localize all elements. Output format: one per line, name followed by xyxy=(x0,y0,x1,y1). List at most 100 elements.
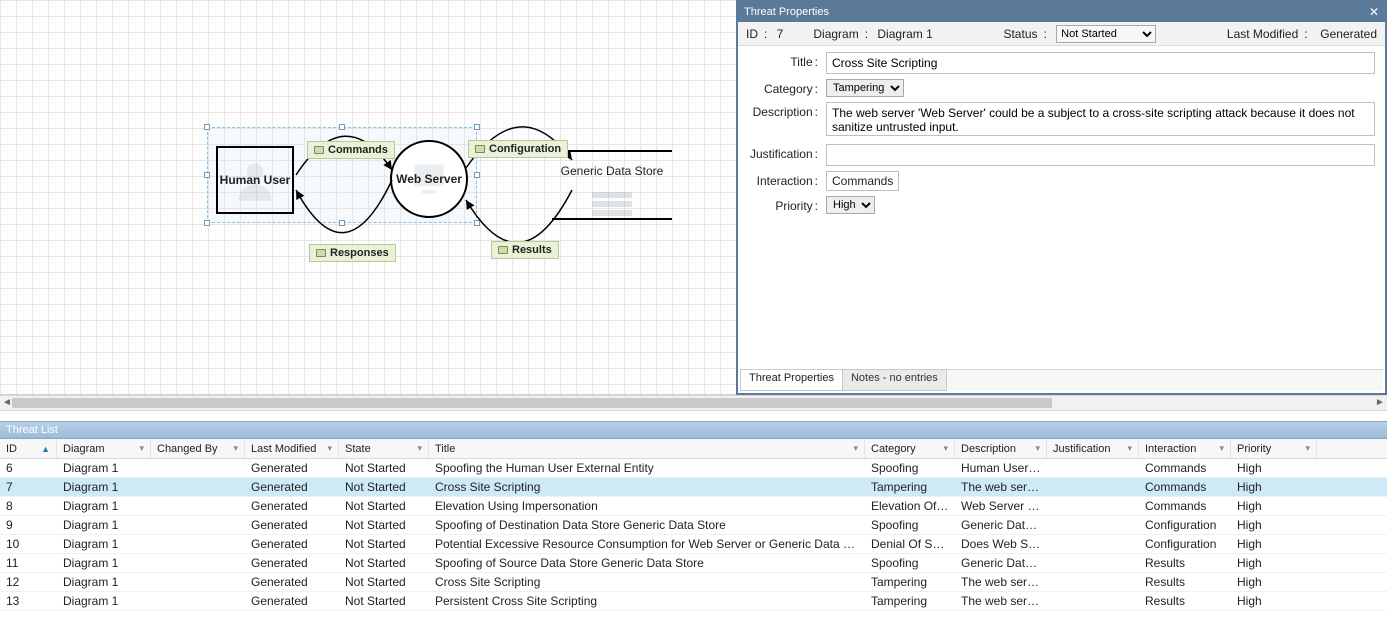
database-icon xyxy=(592,192,632,216)
diagram-value: Diagram 1 xyxy=(877,27,932,41)
cell: Diagram 1 xyxy=(57,554,151,572)
table-row[interactable]: 13Diagram 1GeneratedNot StartedPersisten… xyxy=(0,592,1387,611)
col-title[interactable]: Title▾ xyxy=(429,439,865,458)
table-row[interactable]: 8Diagram 1GeneratedNot StartedElevation … xyxy=(0,497,1387,516)
cell xyxy=(1047,554,1139,572)
cell: Commands xyxy=(1139,478,1231,496)
table-row[interactable]: 12Diagram 1GeneratedNot StartedCross Sit… xyxy=(0,573,1387,592)
col-interaction[interactable]: Interaction▾ xyxy=(1139,439,1231,458)
table-row[interactable]: 6Diagram 1GeneratedNot StartedSpoofing t… xyxy=(0,459,1387,478)
flow-icon xyxy=(498,246,508,254)
cell: High xyxy=(1231,535,1317,553)
cell: Results xyxy=(1139,573,1231,591)
col-category[interactable]: Category▾ xyxy=(865,439,955,458)
scroll-left-icon[interactable]: ◄ xyxy=(2,398,12,408)
cell xyxy=(151,516,245,534)
cell: Not Started xyxy=(339,516,429,534)
tab-threat-properties[interactable]: Threat Properties xyxy=(740,369,843,391)
cell: Diagram 1 xyxy=(57,573,151,591)
scrollbar-thumb[interactable] xyxy=(12,398,1052,408)
cell xyxy=(151,573,245,591)
cell: Generated xyxy=(245,516,339,534)
col-justification[interactable]: Justification▾ xyxy=(1047,439,1139,458)
node-label: Generic Data Store xyxy=(552,164,672,178)
id-label: ID xyxy=(746,27,758,41)
description-input[interactable]: The web server 'Web Server' could be a s… xyxy=(826,102,1375,136)
close-icon[interactable]: ✕ xyxy=(1369,5,1379,19)
flow-icon xyxy=(316,249,326,257)
cell: 12 xyxy=(0,573,57,591)
col-diagram[interactable]: Diagram▾ xyxy=(57,439,151,458)
cell: High xyxy=(1231,478,1317,496)
flow-label-results[interactable]: Results xyxy=(491,241,559,259)
cell: 8 xyxy=(0,497,57,515)
cell xyxy=(1047,592,1139,610)
col-changed-by[interactable]: Changed By▾ xyxy=(151,439,245,458)
cell: Cross Site Scripting xyxy=(429,573,865,591)
cell: Potential Excessive Resource Consumption… xyxy=(429,535,865,553)
col-priority[interactable]: Priority▾ xyxy=(1231,439,1317,458)
cell: High xyxy=(1231,516,1317,534)
cell: Spoofing of Source Data Store Generic Da… xyxy=(429,554,865,572)
description-label: Description xyxy=(748,102,818,119)
canvas-scrollbar-horizontal[interactable]: ◄ ► xyxy=(0,395,1387,411)
cell: Not Started xyxy=(339,573,429,591)
table-row[interactable]: 7Diagram 1GeneratedNot StartedCross Site… xyxy=(0,478,1387,497)
status-select[interactable]: Not Started xyxy=(1056,25,1156,43)
cell: Not Started xyxy=(339,497,429,515)
col-state[interactable]: State▾ xyxy=(339,439,429,458)
category-select[interactable]: Tampering xyxy=(826,79,904,97)
panel-tabs: Threat Properties Notes - no entries xyxy=(740,369,1383,391)
title-input[interactable] xyxy=(826,52,1375,74)
cell: Generated xyxy=(245,497,339,515)
justification-label: Justification xyxy=(748,144,818,161)
cell: The web serve... xyxy=(955,592,1047,610)
cell: 7 xyxy=(0,478,57,496)
flow-label-commands[interactable]: Commands xyxy=(307,141,395,159)
tab-notes[interactable]: Notes - no entries xyxy=(842,369,947,391)
col-last-modified[interactable]: Last Modified▾ xyxy=(245,439,339,458)
node-web-server[interactable]: Web Server xyxy=(390,140,468,218)
cell: Commands xyxy=(1139,459,1231,477)
panel-titlebar[interactable]: Threat Properties ✕ xyxy=(738,2,1385,22)
cell: The web serve... xyxy=(955,478,1047,496)
scroll-right-icon[interactable]: ► xyxy=(1375,398,1385,408)
cell: Diagram 1 xyxy=(57,478,151,496)
priority-select[interactable]: High xyxy=(826,196,875,214)
cell: Denial Of Servi... xyxy=(865,535,955,553)
cell xyxy=(1047,535,1139,553)
cell: Commands xyxy=(1139,497,1231,515)
cell: Elevation Using Impersonation xyxy=(429,497,865,515)
cell xyxy=(151,592,245,610)
justification-input[interactable] xyxy=(826,144,1375,166)
flow-label-responses[interactable]: Responses xyxy=(309,244,396,262)
cell: Elevation Of Pr... xyxy=(865,497,955,515)
table-row[interactable]: 10Diagram 1 GeneratedNot StartedPotential… xyxy=(0,535,1387,554)
cell: Generated xyxy=(245,554,339,572)
cell: Not Started xyxy=(339,535,429,553)
node-data-store[interactable]: Generic Data Store xyxy=(552,150,672,220)
cell: Diagram 1 xyxy=(57,516,151,534)
cell: Generated xyxy=(245,535,339,553)
cell: Human User m... xyxy=(955,459,1047,477)
cell xyxy=(1047,478,1139,496)
id-value: 7 xyxy=(777,27,784,41)
category-label: Category xyxy=(748,79,818,96)
table-row[interactable]: 9Diagram 1GeneratedNot StartedSpoofing o… xyxy=(0,516,1387,535)
cell: Configuration xyxy=(1139,516,1231,534)
panel-title: Threat Properties xyxy=(744,6,829,18)
lastmod-value: Generated xyxy=(1320,27,1377,41)
col-description[interactable]: Description▾ xyxy=(955,439,1047,458)
cell: 13 xyxy=(0,592,57,610)
node-human-user[interactable]: Human User xyxy=(216,146,294,214)
cell xyxy=(151,459,245,477)
flow-icon xyxy=(475,145,485,153)
flow-label-configuration[interactable]: Configuration xyxy=(468,140,568,158)
table-row[interactable]: 11Diagram 1GeneratedNot StartedSpoofing … xyxy=(0,554,1387,573)
cell xyxy=(1047,497,1139,515)
col-id[interactable]: ID▲ xyxy=(0,439,57,458)
cell: Diagram 1 xyxy=(57,535,151,553)
cell: High xyxy=(1231,573,1317,591)
cell xyxy=(1047,459,1139,477)
cell: 10 xyxy=(0,535,57,553)
